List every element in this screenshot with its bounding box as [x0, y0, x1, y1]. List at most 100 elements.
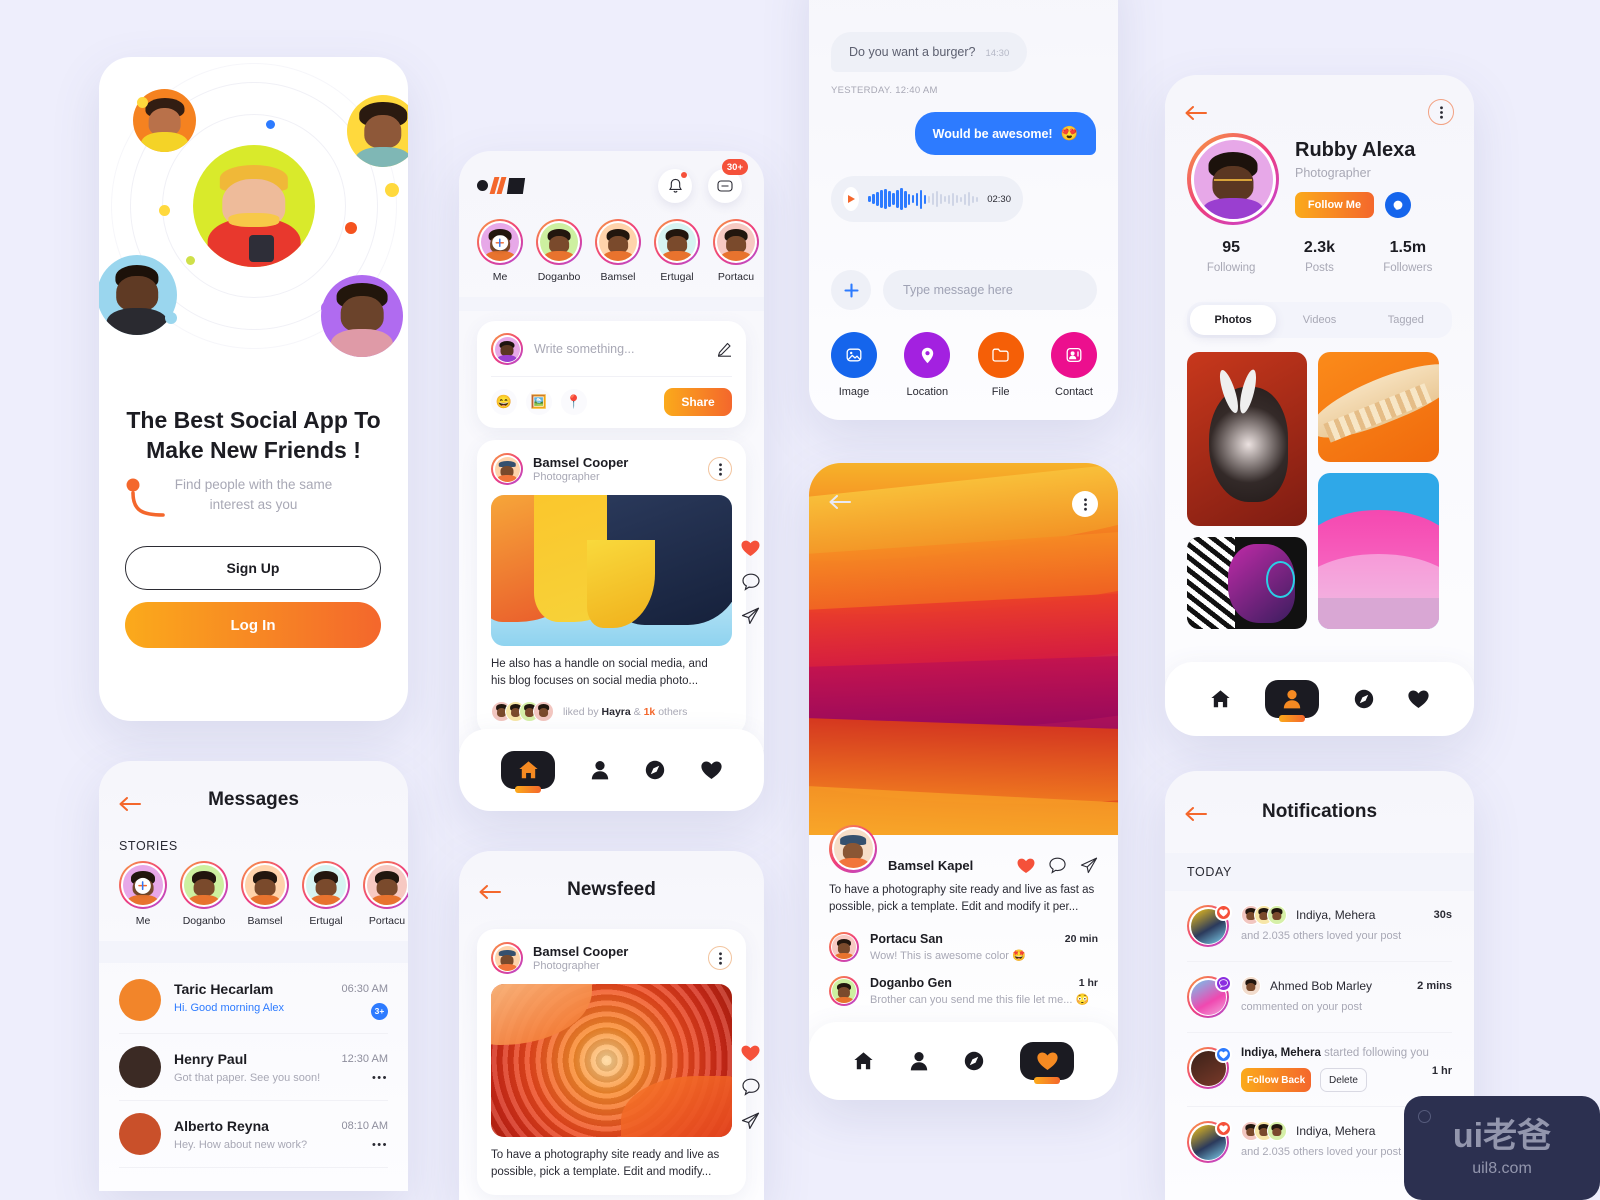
notification-row[interactable]: Indiya, Mehera and 2.035 others loved yo… — [1187, 891, 1452, 961]
post-author-avatar[interactable] — [491, 453, 523, 485]
composer-input[interactable]: Write something... — [534, 342, 706, 356]
profile-more-button[interactable] — [1428, 99, 1454, 125]
nav-item-heart[interactable] — [701, 761, 722, 780]
profile-avatar[interactable] — [1187, 133, 1279, 225]
photo-author-avatar[interactable] — [829, 824, 877, 873]
heart-icon[interactable] — [1017, 858, 1035, 874]
nav-item-person[interactable] — [910, 1051, 928, 1071]
story-avatar[interactable] — [654, 219, 700, 265]
notification-row[interactable]: Indiya, Mehera started following you Fol… — [1187, 1032, 1452, 1106]
post-more-button[interactable] — [708, 946, 732, 970]
comment-row[interactable]: Doganbo Gen 1 hr Brother can you send me… — [829, 976, 1098, 1006]
story-avatar[interactable] — [595, 219, 641, 265]
comment-icon[interactable] — [741, 1078, 760, 1096]
nav-item-person[interactable] — [591, 760, 609, 780]
nav-item-person[interactable] — [1265, 680, 1320, 718]
message-input[interactable]: Type message here — [883, 270, 1097, 310]
story-item-ertugal[interactable]: Ertugal — [654, 219, 700, 283]
thread-more-icon[interactable]: ••• — [372, 1139, 388, 1150]
photo-grid-item-3[interactable] — [1187, 537, 1307, 629]
story-avatar[interactable] — [119, 861, 167, 909]
post-author-avatar[interactable] — [491, 942, 523, 974]
heart-icon[interactable] — [741, 540, 760, 557]
nav-item-compass[interactable] — [1354, 689, 1374, 709]
story-item-portacu[interactable]: Portacu — [713, 219, 759, 283]
post-image[interactable] — [491, 495, 732, 646]
play-icon[interactable] — [843, 187, 860, 211]
delete-button[interactable]: Delete — [1320, 1068, 1367, 1092]
story-item-me[interactable]: Me — [119, 861, 167, 927]
profile-tabs[interactable]: Photos Videos Tagged — [1187, 302, 1452, 338]
sign-up-button[interactable]: Sign Up — [125, 546, 381, 590]
story-avatar[interactable] — [180, 861, 228, 909]
photo-more-button[interactable] — [1072, 491, 1098, 517]
send-icon[interactable] — [1080, 857, 1098, 874]
nav-item-compass[interactable] — [645, 760, 665, 780]
follow-button[interactable]: Follow Me — [1295, 192, 1374, 218]
add-attachment-button[interactable] — [831, 270, 871, 310]
emoji-icon[interactable]: 😄 — [491, 389, 517, 415]
heart-icon[interactable] — [741, 1045, 760, 1062]
bottom-navigation[interactable] — [459, 729, 764, 811]
send-icon[interactable] — [741, 1112, 760, 1130]
notification-row[interactable]: Ahmed Bob Marley commented on your post … — [1187, 961, 1452, 1032]
story-avatar[interactable] — [477, 219, 523, 265]
story-item-bamsel[interactable]: Bamsel — [241, 861, 289, 927]
story-avatar[interactable] — [713, 219, 759, 265]
comment-list[interactable]: Portacu San 20 min Wow! This is awesome … — [809, 916, 1118, 1006]
nav-item-home[interactable] — [501, 751, 555, 789]
nav-item-compass[interactable] — [964, 1051, 984, 1071]
back-button[interactable] — [1185, 106, 1207, 120]
attachment-file[interactable]: File — [977, 332, 1024, 398]
tab-tagged[interactable]: Tagged — [1363, 305, 1449, 335]
photo-grid[interactable] — [1165, 338, 1474, 629]
story-item-bamsel[interactable]: Bamsel — [595, 219, 641, 283]
app-logo[interactable] — [477, 177, 526, 194]
pencil-icon[interactable] — [717, 342, 732, 357]
bottom-navigation[interactable] — [809, 1022, 1118, 1100]
message-button[interactable] — [1385, 192, 1411, 218]
conversation-row[interactable]: Alberto Reyna 08:10 AM Hey. How about ne… — [119, 1101, 388, 1168]
stories-list[interactable]: Me Doganbo Bamsel Ertugal Portacu — [459, 217, 764, 283]
story-avatar[interactable] — [363, 861, 408, 909]
send-icon[interactable] — [741, 607, 760, 625]
conversation-row[interactable]: Taric Hecarlam 06:30 AM Hi. Good morning… — [119, 967, 388, 1034]
story-avatar[interactable] — [536, 219, 582, 265]
post-image[interactable] — [491, 984, 732, 1137]
attachment-location[interactable]: Location — [904, 332, 951, 398]
comment-row[interactable]: Portacu San 20 min Wow! This is awesome … — [829, 932, 1098, 962]
photo-icon[interactable]: 🖼️ — [526, 389, 552, 415]
photo-grid-item-4[interactable] — [1318, 473, 1439, 629]
comment-icon[interactable] — [1049, 857, 1066, 874]
notifications-button[interactable] — [658, 169, 692, 203]
story-item-doganbo[interactable]: Doganbo — [180, 861, 228, 927]
comment-icon[interactable] — [741, 573, 760, 591]
log-in-button[interactable]: Log In — [125, 602, 381, 648]
thread-more-icon[interactable]: ••• — [372, 1072, 388, 1083]
back-button[interactable] — [829, 495, 851, 509]
attachment-image[interactable]: Image — [831, 332, 877, 398]
follow-back-button[interactable]: Follow Back — [1241, 1068, 1311, 1092]
photo-grid-item-1[interactable] — [1187, 352, 1307, 526]
photo-hero-image[interactable] — [809, 463, 1118, 858]
story-item-doganbo[interactable]: Doganbo — [536, 219, 582, 283]
attachment-contact[interactable]: Contact — [1050, 332, 1097, 398]
post-more-button[interactable] — [708, 457, 732, 481]
story-avatar[interactable] — [241, 861, 289, 909]
tab-videos[interactable]: Videos — [1276, 305, 1362, 335]
story-item-me[interactable]: Me — [477, 219, 523, 283]
nav-item-heart[interactable] — [1020, 1042, 1074, 1080]
story-avatar[interactable] — [302, 861, 350, 909]
attachment-options[interactable]: Image Location File Contact — [831, 332, 1097, 398]
story-item-ertugal[interactable]: Ertugal — [302, 861, 350, 927]
share-button[interactable]: Share — [664, 388, 732, 416]
stories-list[interactable]: Me Doganbo Bamsel Ertugal Portacu — [99, 857, 408, 927]
bottom-navigation[interactable] — [1165, 662, 1474, 736]
story-item-portacu[interactable]: Portacu — [363, 861, 408, 927]
nav-item-home[interactable] — [1210, 689, 1231, 709]
voice-message[interactable]: 02:30 — [831, 176, 1023, 222]
tab-photos[interactable]: Photos — [1190, 305, 1277, 335]
nav-item-home[interactable] — [853, 1051, 874, 1071]
photo-grid-item-2[interactable] — [1318, 352, 1439, 462]
nav-item-heart[interactable] — [1408, 690, 1429, 709]
